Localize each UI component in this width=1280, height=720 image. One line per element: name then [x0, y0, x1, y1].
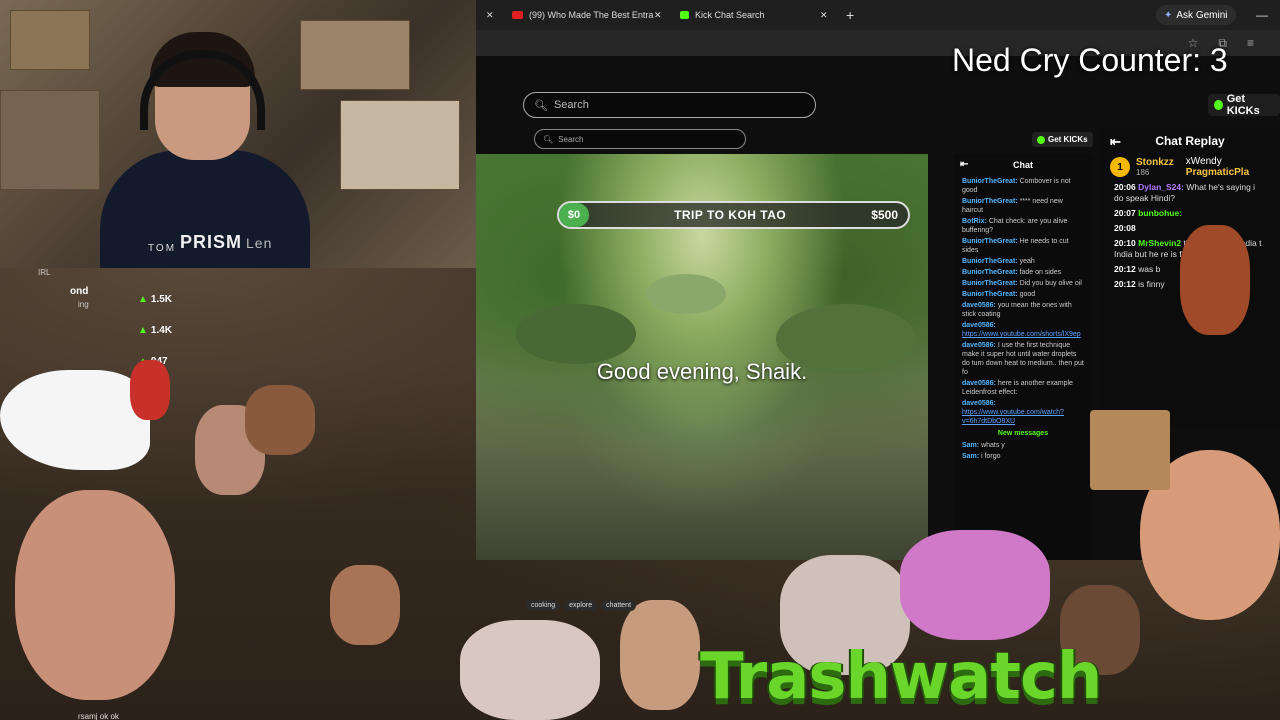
trash-bag	[900, 530, 1050, 640]
chat-message: dave0586: https://www.youtube.com/shorts…	[962, 322, 1081, 338]
webcam-feed: TOM PRISM Len	[0, 0, 476, 268]
collapse-chat-icon[interactable]: ⇤	[1110, 134, 1121, 150]
trashwatch-logo: Trashwatch	[700, 640, 1102, 714]
tab-kick-chat-search[interactable]: Kick Chat Search	[680, 4, 765, 26]
ask-gemini-button[interactable]: ✦ Ask Gemini	[1156, 5, 1236, 25]
chat-message: BuniorTheGreat: Did you buy olive oil	[962, 280, 1082, 287]
arrow-icon: ▲	[138, 325, 148, 336]
rooster-comb	[130, 360, 170, 420]
irl-name: ond	[70, 286, 89, 297]
chat-message: BotRix: Chat check: are you alive buffer…	[962, 218, 1068, 234]
chat-message: BuniorTheGreat: Combover is not good	[962, 178, 1071, 194]
chat-message: dave0586: https://www.youtube.com/watch?…	[962, 400, 1064, 425]
stream-frame: TOM PRISM Len ✕ (99) Who Made The Best En…	[0, 0, 1280, 720]
chat-message: Sam: i forgo	[962, 453, 1001, 460]
close-tab-icon[interactable]: ✕	[654, 4, 662, 26]
close-tab-icon[interactable]: ✕	[486, 4, 496, 26]
chat-title: Chat	[1013, 160, 1033, 170]
face-cutout	[330, 565, 400, 645]
kick-icon	[1214, 100, 1223, 110]
gifter-name: xWendy	[1185, 156, 1222, 167]
chat-message: Sam: whats y	[962, 442, 1005, 449]
arrow-icon: ▲	[138, 294, 148, 305]
youtube-icon	[512, 11, 523, 19]
menu-icon[interactable]: ≡	[1247, 36, 1274, 50]
tab-title: (99) Who Made The Best Entra	[529, 10, 654, 20]
irl-label: IRL	[38, 268, 51, 277]
face-cutout	[620, 600, 700, 710]
stream-video[interactable]: $0 TRIP TO KOH TAO $500 Good evening, Sh…	[476, 154, 928, 560]
chat-message: BuniorTheGreat: good	[962, 291, 1036, 298]
new-messages-divider[interactable]: New messages	[954, 430, 1092, 437]
inner-search-input[interactable]: 🔍︎ Search	[534, 129, 746, 149]
box-cutout	[1090, 410, 1170, 490]
tab-youtube[interactable]: (99) Who Made The Best Entra	[512, 4, 653, 26]
rooster-cutout	[1180, 225, 1250, 335]
search-icon: 🔍︎	[534, 99, 548, 112]
stat-item: ▲ 1.4K	[138, 325, 173, 336]
kick-icon	[1037, 135, 1045, 144]
chat-replay-title: Chat Replay	[1155, 134, 1225, 148]
face-cutout	[15, 490, 175, 700]
gifter-name: PragmaticPla	[1185, 167, 1250, 178]
close-tab-icon[interactable]: ✕	[820, 4, 828, 26]
chat-message: BuniorTheGreat: fade on sides	[962, 269, 1062, 276]
cry-counter: Ned Cry Counter: 3	[952, 42, 1228, 78]
gifter-name: Stonkzz	[1136, 157, 1174, 168]
chat-message: dave0586: I use the first technique make…	[962, 342, 1084, 376]
chip-chattent[interactable]: chattent	[601, 600, 637, 611]
chip-explore[interactable]: explore	[564, 600, 598, 611]
chat-message: BuniorTheGreat: He needs to cut sides	[962, 238, 1069, 254]
chip-cooking[interactable]: cooking	[526, 600, 561, 611]
chat-message: dave0586: here is another example Leiden…	[962, 380, 1073, 396]
greeting-text: Good evening, Shaik.	[596, 359, 808, 384]
new-tab-icon[interactable]: +	[846, 4, 854, 26]
chat-message: BuniorTheGreat: **** need new haircut	[962, 198, 1063, 214]
top-gifter: 1 Stonkzz 186 xWendy PragmaticPla	[1100, 154, 1280, 180]
minimize-icon[interactable]: —	[1256, 4, 1268, 26]
chat-message: BuniorTheGreat: yeah	[962, 258, 1035, 265]
irl-sub: ing	[78, 300, 89, 309]
prism-watermark: PRISM Len	[180, 232, 273, 252]
rank-badge: 1	[1110, 157, 1130, 177]
donation-goal-bar: $0 TRIP TO KOH TAO $500	[557, 201, 910, 229]
gifter-count: 186	[1136, 168, 1150, 177]
goal-max: $500	[871, 208, 898, 222]
collapse-chat-icon[interactable]: ⇤	[960, 159, 968, 170]
search-input[interactable]: 🔍︎ Search	[523, 92, 816, 118]
chat-panel: ⇤ Chat BuniorTheGreat: Combover is not g…	[954, 154, 1092, 560]
replay-message: 20:07 bunbohue:	[1114, 208, 1183, 218]
rooster-cutout	[0, 370, 150, 470]
goal-min: $0	[559, 203, 589, 227]
face-cutout	[245, 385, 315, 455]
tab-bar: ✕ (99) Who Made The Best Entra ✕ Kick Ch…	[476, 0, 1280, 30]
search-icon: 🔍︎	[543, 134, 554, 144]
gemini-icon: ✦	[1164, 9, 1173, 21]
get-kicks-button[interactable]: Get KICKs	[1032, 132, 1093, 147]
tab-title: Kick Chat Search	[695, 10, 765, 20]
kick-icon	[680, 11, 689, 19]
replay-message: 20:06 Dylan_S24: What he's saying i do s…	[1114, 182, 1256, 203]
get-kicks-button[interactable]: Get KICKs	[1208, 93, 1280, 117]
chat-message: dave0586: you mean the ones with stick c…	[962, 302, 1072, 318]
shirt-text: TOM	[148, 243, 177, 254]
trash-bag	[460, 620, 600, 720]
goal-title: TRIP TO KOH TAO	[674, 208, 787, 222]
bottom-caption: rsamj ok ok	[78, 712, 119, 720]
stat-item: ▲ 1.5K	[138, 294, 173, 305]
category-chips: cooking explore chattent	[526, 600, 637, 611]
